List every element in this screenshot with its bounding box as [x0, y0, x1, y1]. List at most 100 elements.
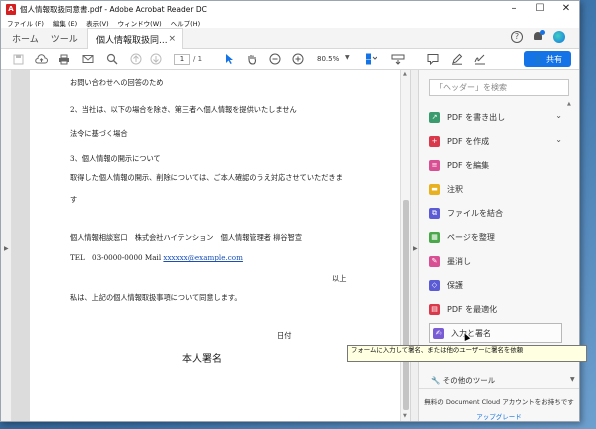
doc-line: 法令に基づく場合	[70, 129, 128, 138]
tool-fill-sign[interactable]: ✍ 入力と署名	[429, 323, 562, 343]
share-button-label: 共有	[545, 54, 562, 64]
close-button[interactable]: ✕	[553, 1, 579, 17]
save-icon[interactable]	[11, 52, 25, 66]
edit-pdf-icon: ≡	[429, 159, 440, 171]
doc-line: 取得した個人情報の開示、削除については、ご本人確認のうえ対応させていただきま	[70, 173, 343, 182]
document-scrollbar[interactable]: ▲ ▼	[400, 70, 410, 421]
zoom-out-icon[interactable]	[268, 52, 282, 66]
tool-comment[interactable]: ▬ 注釈	[429, 179, 562, 199]
tab-document-label: 個人情報取扱同...	[96, 35, 168, 46]
doc-line: 2、当社は、以下の場合を除き、第三者へ個人情報を提供いたしません	[70, 105, 297, 114]
scroll-down-icon[interactable]: ▼	[403, 413, 407, 419]
page-number-input[interactable]: 1	[174, 54, 190, 65]
pdf-page: お問い合わせへの回答のため 2、当社は、以下の場合を除き、第三者へ個人情報を提供…	[30, 70, 400, 421]
share-button[interactable]: 👤 共有	[524, 51, 571, 67]
expand-left-icon[interactable]: ▶	[4, 245, 9, 252]
tool-label: 注釈	[447, 184, 463, 194]
panel-scroll-up-icon[interactable]: ▲	[567, 101, 571, 107]
tool-label: PDF を書き出し	[447, 112, 506, 122]
footer-text: 無料の Document Cloud アカウントをお持ちです	[424, 398, 574, 406]
zoom-dropdown-icon[interactable]: ▼	[345, 54, 350, 61]
select-cursor-icon[interactable]	[222, 52, 236, 66]
tool-label: ファイルを結合	[447, 208, 503, 218]
tool-redact[interactable]: ✎ 墨消し	[429, 251, 562, 271]
tool-optimize-pdf[interactable]: ▤ PDF を最適化	[429, 299, 562, 319]
print-icon[interactable]	[57, 52, 71, 66]
contact-line: TEL 03-0000-0000 Mail xxxxxx@example.com	[70, 253, 243, 263]
toolbar: 1 / 1 80.5% ▼ 👤 共有	[1, 49, 579, 70]
tool-combine-files[interactable]: ⧉ ファイルを結合	[429, 203, 562, 223]
minimize-button[interactable]: –	[501, 1, 527, 17]
zoom-level[interactable]: 80.5%	[317, 55, 339, 63]
right-panel-toggle[interactable]: ▶	[410, 70, 419, 421]
maximize-button[interactable]: ☐	[527, 1, 553, 17]
email-link[interactable]: xxxxxx@example.com	[163, 253, 243, 262]
hand-tool-icon[interactable]	[245, 52, 259, 66]
menu-view[interactable]: 表示(V)	[86, 18, 109, 28]
help-icon[interactable]: ?	[511, 31, 523, 43]
cloud-upload-icon[interactable]	[34, 52, 48, 66]
protect-icon: ◇	[429, 279, 440, 291]
tab-home[interactable]: ホーム	[12, 32, 39, 45]
search-icon[interactable]	[105, 52, 119, 66]
avatar[interactable]	[553, 31, 565, 43]
tool-label: 保護	[447, 280, 463, 290]
zoom-in-icon[interactable]	[291, 52, 305, 66]
acrobat-app-icon: A	[6, 3, 16, 15]
notification-bell-icon[interactable]	[532, 30, 545, 43]
sign-icon[interactable]	[473, 52, 487, 66]
tab-document[interactable]: 個人情報取扱同... ×	[87, 28, 183, 49]
tool-export-pdf[interactable]: ↗ PDF を書き出し ⌄	[429, 107, 562, 127]
doc-line: 3、個人情報の開示について	[70, 154, 161, 163]
scroll-mode-icon[interactable]	[390, 52, 406, 66]
tool-organize-pages[interactable]: ▦ ページを整理	[429, 227, 562, 247]
scrollbar-thumb[interactable]	[403, 200, 409, 410]
tab-tools[interactable]: ツール	[51, 32, 78, 45]
title-bar: A 個人情報取扱同意書.pdf - Adobe Acrobat Reader D…	[1, 1, 579, 17]
account-area: ?	[511, 30, 565, 43]
other-tools-label: その他のツール	[442, 376, 496, 385]
page-display-icon[interactable]	[361, 52, 379, 66]
contact-tel: TEL 03-0000-0000 Mail	[70, 253, 164, 262]
tool-label: PDF を作成	[447, 136, 490, 146]
collapse-right-icon[interactable]: ▶	[413, 245, 418, 252]
menu-window[interactable]: ウィンドウ(W)	[118, 18, 162, 28]
panel-scroll-down-icon[interactable]: ▼	[570, 376, 575, 383]
menu-file[interactable]: ファイル (F)	[7, 18, 44, 28]
chevron-down-icon[interactable]: ⌄	[555, 111, 562, 120]
date-label: 日付	[277, 331, 292, 340]
ijou-text: 以上	[332, 274, 347, 283]
organize-pages-icon: ▦	[429, 231, 440, 243]
prev-page-icon[interactable]	[129, 52, 143, 66]
highlight-pen-icon[interactable]	[450, 52, 464, 66]
menu-help[interactable]: ヘルプ(H)	[171, 18, 200, 28]
signature-label: 本人署名	[182, 354, 222, 365]
fill-sign-tooltip: フォームに入力して署名、または他のユーザーに署名を依頼	[347, 345, 587, 362]
comment-icon[interactable]	[426, 52, 440, 66]
tool-create-pdf[interactable]: + PDF を作成 ⌄	[429, 131, 562, 151]
left-panel-toggle[interactable]: ▶	[1, 70, 12, 421]
menu-edit[interactable]: 編集 (E)	[53, 18, 77, 28]
tab-bar: ホーム ツール 個人情報取扱同... × ?	[1, 28, 579, 49]
other-tools-link[interactable]: 🔧 その他のツール	[431, 375, 495, 386]
optimize-pdf-icon: ▤	[429, 303, 440, 315]
doc-line: す	[70, 195, 78, 204]
scroll-up-icon[interactable]: ▲	[403, 71, 407, 77]
close-tab-icon[interactable]: ×	[168, 34, 176, 44]
share-user-icon: 👤	[533, 54, 543, 64]
tools-search-input[interactable]: 「ヘッダー」を検索	[429, 79, 569, 96]
mail-icon[interactable]	[81, 52, 95, 66]
chevron-down-icon[interactable]: ⌄	[555, 135, 562, 144]
window-title: 個人情報取扱同意書.pdf - Adobe Acrobat Reader DC	[20, 4, 207, 14]
create-pdf-icon: +	[429, 135, 440, 147]
comment-icon: ▬	[429, 183, 440, 195]
document-viewport[interactable]: お問い合わせへの回答のため 2、当社は、以下の場合を除き、第三者へ個人情報を提供…	[12, 70, 400, 421]
panel-footer: 無料の Document Cloud アカウントをお持ちです アップグレード	[419, 388, 579, 421]
next-page-icon[interactable]	[149, 52, 163, 66]
upgrade-link[interactable]: アップグレード	[419, 411, 579, 421]
tool-protect[interactable]: ◇ 保護	[429, 275, 562, 295]
tool-label: PDF を最適化	[447, 304, 498, 314]
panel-scrollbar[interactable]: ▲	[566, 101, 574, 321]
tool-edit-pdf[interactable]: ≡ PDF を編集	[429, 155, 562, 175]
tool-label: 墨消し	[447, 256, 471, 266]
